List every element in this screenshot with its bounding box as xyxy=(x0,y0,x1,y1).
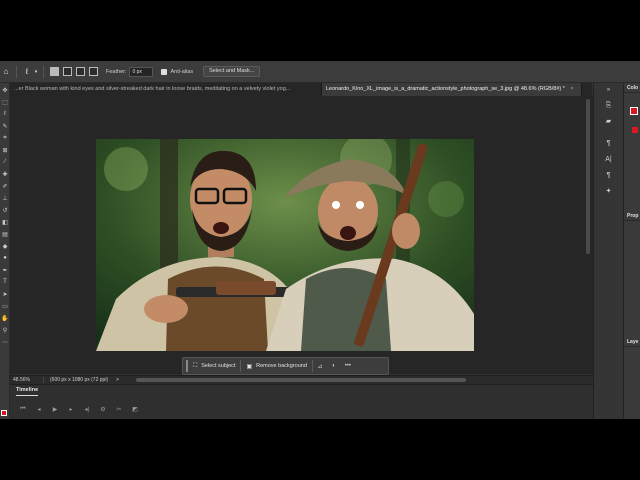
color-panel-title[interactable]: Colo xyxy=(624,83,640,93)
timeline-panel: Timeline ⏮ ◂ ▶ ▸ ◂) ⚙ ✂ ◩ xyxy=(10,384,593,419)
expand-panels-icon[interactable]: » xyxy=(604,85,614,95)
timeline-title[interactable]: Timeline xyxy=(16,387,38,393)
brush-tool-icon[interactable]: ✐ xyxy=(1,182,9,190)
eraser-tool-icon[interactable]: ◧ xyxy=(1,218,9,226)
document-info: (600 px x 1080 px (72 ppi) xyxy=(50,377,109,383)
image-canvas[interactable] xyxy=(96,139,474,351)
letterbox-top xyxy=(0,0,640,61)
pen-tool-icon[interactable]: ✒ xyxy=(1,266,9,274)
split-icon[interactable]: ✂ xyxy=(111,406,127,413)
divider xyxy=(43,65,44,78)
blur-tool-icon[interactable]: ◆ xyxy=(1,242,9,250)
rectangle-tool-icon[interactable]: ▭ xyxy=(1,302,9,310)
gradient-tool-icon[interactable]: ▤ xyxy=(1,230,9,238)
move-tool-icon[interactable]: ✥ xyxy=(1,86,9,94)
hand-tool-icon[interactable]: ✋ xyxy=(1,314,9,322)
tab-document-1[interactable]: ...er Black woman with kind eyes and sil… xyxy=(10,83,322,96)
dodge-tool-icon[interactable]: ● xyxy=(1,254,9,262)
tab-underline xyxy=(16,395,38,396)
history-icon[interactable]: ⎘ xyxy=(604,101,614,111)
more-options-icon[interactable]: ••• xyxy=(341,359,355,373)
healing-brush-tool-icon[interactable]: ✚ xyxy=(1,170,9,178)
add-to-selection-icon[interactable] xyxy=(63,67,72,76)
vertical-scrollbar[interactable] xyxy=(586,99,590,254)
right-panels: Colo Prop Laye xyxy=(623,83,640,419)
eyedropper-tool-icon[interactable]: ⁄ xyxy=(1,158,9,166)
document-workspace: ⛶ Select subject ▣ Remove background ⊿ ◐… xyxy=(10,96,593,375)
document-tabs: ...er Black woman with kind eyes and sil… xyxy=(10,83,592,96)
type-tool-icon[interactable]: T xyxy=(1,278,9,286)
person-select-icon: ⛶ xyxy=(193,362,198,369)
timeline-controls: ⏮ ◂ ▶ ▸ ◂) ⚙ ✂ ◩ xyxy=(15,406,143,413)
close-icon[interactable]: × xyxy=(570,86,573,92)
tab-label: ...er Black woman with kind eyes and sil… xyxy=(14,86,291,92)
intersect-selection-icon[interactable] xyxy=(89,67,98,76)
history-brush-tool-icon[interactable]: ↺ xyxy=(1,206,9,214)
select-subject-label: Select subject xyxy=(201,363,236,369)
character-icon[interactable]: A| xyxy=(604,155,614,165)
horizontal-scrollbar[interactable] xyxy=(136,378,466,382)
frame-tool-icon[interactable]: ⊠ xyxy=(1,146,9,154)
select-subject-button[interactable]: ⛶ Select subject xyxy=(188,359,240,373)
tools-panel: ✥ ⬚ ℓ ✎ ⌗ ⊠ ⁄ ✚ ✐ ⊥ ↺ ◧ ▤ ◆ ● ✒ T ➤ ▭ ✋ … xyxy=(0,83,10,419)
tab-label: Leonardo_Kino_XL_image_is_a_dramatic_act… xyxy=(326,86,565,92)
tab-document-2[interactable]: Leonardo_Kino_XL_image_is_a_dramatic_act… xyxy=(322,83,582,96)
anti-alias-checkbox[interactable] xyxy=(161,68,168,75)
paragraph-icon[interactable]: ¶ xyxy=(604,171,614,181)
anti-alias-label: Anti-alias xyxy=(170,68,194,75)
zoom-level[interactable]: 48.56% xyxy=(10,377,44,383)
status-bar: 48.56% (600 px x 1080 px (72 ppi) > xyxy=(10,375,593,384)
transition-icon[interactable]: ◩ xyxy=(127,406,143,413)
marquee-tool-icon[interactable]: ⬚ xyxy=(1,98,9,106)
status-menu-arrow[interactable]: > xyxy=(116,377,119,383)
panel-icon-strip: » ⎘ ▰ ¶ A| ¶ ✦ xyxy=(593,83,623,419)
photoshop-window: ⌂ ℓ ▾ Feather: 0 px Anti-alias Select an… xyxy=(0,61,640,419)
foreground-color-swatch[interactable] xyxy=(1,410,7,416)
lasso-tool-icon[interactable]: ℓ xyxy=(21,66,33,78)
feather-input[interactable]: 0 px xyxy=(129,66,154,77)
brush-settings-icon[interactable]: ¶ xyxy=(604,139,614,149)
glyphs-icon[interactable]: ✦ xyxy=(604,187,614,197)
select-and-mask-button[interactable]: Select and Mask... xyxy=(203,66,261,77)
home-icon[interactable]: ⌂ xyxy=(0,66,12,78)
photo-two-men-with-rifles xyxy=(96,139,474,351)
zoom-tool-icon[interactable]: ⚲ xyxy=(1,326,9,334)
new-selection-icon[interactable] xyxy=(50,67,59,76)
settings-icon[interactable]: ⚙ xyxy=(95,406,111,413)
remove-background-button[interactable]: ▣ Remove background xyxy=(241,359,311,373)
letterbox-bottom xyxy=(0,419,640,480)
chevron-down-icon[interactable]: ▾ xyxy=(33,66,39,78)
crop-tool-icon[interactable]: ⌗ xyxy=(1,134,9,142)
options-bar: ⌂ ℓ ▾ Feather: 0 px Anti-alias Select an… xyxy=(0,61,640,83)
play-icon[interactable]: ▶ xyxy=(47,406,63,413)
clone-stamp-tool-icon[interactable]: ⊥ xyxy=(1,194,9,202)
transform-icon[interactable]: ⊿ xyxy=(313,359,327,373)
first-frame-icon[interactable]: ⏮ xyxy=(15,406,31,413)
path-selection-tool-icon[interactable]: ➤ xyxy=(1,290,9,298)
layers-panel-title[interactable]: Laye xyxy=(624,337,640,347)
remove-background-label: Remove background xyxy=(256,363,307,369)
adjustment-icon[interactable]: ◐ xyxy=(327,359,341,373)
audio-icon[interactable]: ◂) xyxy=(79,406,95,413)
color-swatch-secondary[interactable] xyxy=(632,127,638,133)
color-swatch[interactable] xyxy=(630,107,638,115)
divider xyxy=(16,65,17,78)
next-frame-icon[interactable]: ▸ xyxy=(63,406,79,413)
previous-frame-icon[interactable]: ◂ xyxy=(31,406,47,413)
comments-icon[interactable]: ▰ xyxy=(604,117,614,127)
more-tools-icon[interactable]: ⋯ xyxy=(1,338,9,346)
image-icon: ▣ xyxy=(246,363,253,370)
feather-label: Feather: xyxy=(106,68,127,75)
contextual-task-bar: ⛶ Select subject ▣ Remove background ⊿ ◐… xyxy=(182,357,389,375)
quick-selection-tool-icon[interactable]: ✎ xyxy=(1,122,9,130)
lasso-tool-icon[interactable]: ℓ xyxy=(1,110,9,118)
properties-panel-title[interactable]: Prop xyxy=(624,211,640,221)
subtract-from-selection-icon[interactable] xyxy=(76,67,85,76)
